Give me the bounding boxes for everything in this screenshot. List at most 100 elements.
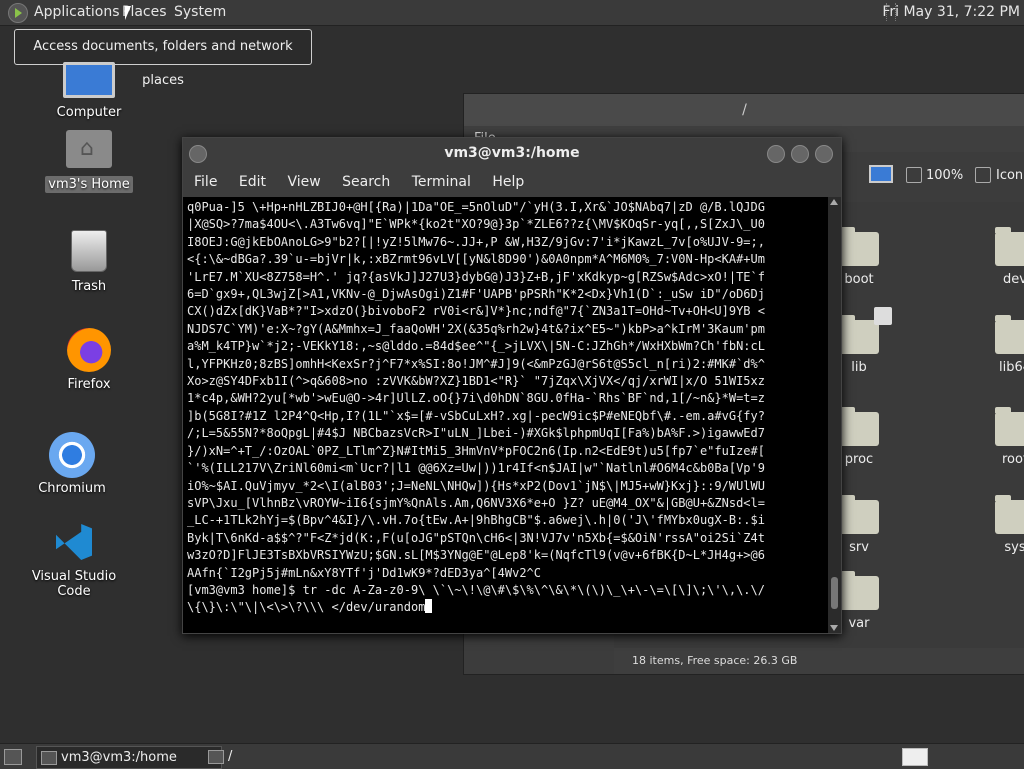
scroll-thumb[interactable] [831,577,838,609]
terminal-line: |X@SQ>?7ma$4OU<\.A3Tw6vq]"E`WPk*{ko2t"XO… [187,217,765,232]
folder-icon [839,227,879,266]
terminal-line: 6=D`gx9+,QL3wjZ[>A1,VKNv-@_DjwAsOgi)Z1#F… [187,287,765,302]
terminal-cursor [425,599,433,614]
system-menu[interactable]: System [174,4,226,20]
terminal-titlebar[interactable]: vm3@vm3:/home [183,138,841,168]
folder-icon [995,227,1024,266]
folder-item[interactable]: dev [980,227,1024,287]
computer-icon [63,62,115,98]
applications-menu[interactable]: Applications [34,4,120,20]
desktop-icon-label: Computer [56,105,122,120]
terminal-window[interactable]: vm3@vm3:/home File Edit View Search Term… [182,137,842,634]
terminal-prompt-line: [vm3@vm3 home]$ tr -dc A-Za-z0-9\ \`\~\!… [187,582,765,597]
zoom-out-icon[interactable] [906,167,922,183]
folder-icon [208,750,224,764]
desktop-icon-label: Chromium [38,481,106,496]
terminal-menu-edit[interactable]: Edit [239,174,266,190]
terminal-line: _LC-+1TLk2hYj=$(Bpv^4&I}/\.vH.7o{tEw.A+|… [187,513,765,528]
vscode-icon [52,520,96,564]
terminal-title: vm3@vm3:/home [444,145,580,161]
folder-label: root [1001,452,1024,467]
terminal-menu-help[interactable]: Help [492,174,524,190]
desktop-icon-label: Visual Studio Code [31,569,117,599]
terminal-menu-file[interactable]: File [194,174,217,190]
desktop-icon-vscode[interactable]: Visual Studio Code [14,520,134,600]
terminal-line: AAfn{`I2gPj5j#mLn&xY8YTf'j'Dd1wK9*?dED3y… [187,565,542,580]
terminal-line: iO%~$AI.QuVjmyv_*2<\I(alB03';J=NeNL\NHQw… [187,478,765,493]
terminal-menubar: File Edit View Search Terminal Help [183,168,841,197]
scroll-down-arrow-icon[interactable] [830,625,838,631]
show-desktop-icon[interactable] [4,749,22,765]
workspace-switcher[interactable] [902,748,928,766]
terminal-line: CX()dZx[dK}VaB*?"I>xdzO(}bivoboF2 rV0i<r… [187,304,765,319]
folder-icon [995,495,1024,534]
computer-location-icon[interactable] [869,165,893,183]
folder-item[interactable]: lib64 [980,315,1024,375]
desktop-icon-label: vm3's Home [45,176,133,193]
desktop-icon-trash[interactable]: Trash [29,230,149,295]
terminal-line: /;L=5&55N?*8oQpgL|#4$J NBCbazsVcR>I"uLN_… [187,426,765,441]
terminal-line: }/)xN=^+T_/:OzOAL`0PZ_LTlm^Z}N#ItMi5_3Hm… [187,443,765,458]
folder-item[interactable]: sys [980,495,1024,555]
terminal-prompt-continuation: \{\}\:\"\|\<\>\?\\\ </dev/urandom [187,599,828,616]
terminal-icon [41,751,57,765]
mouse-pointer-icon [125,6,137,20]
terminal-line: 'LrE7.M`XU<8Z758=H^.' jq?{asVkJ]J27U3}dy… [187,269,765,284]
terminal-line: q0Pua-]5 \+Hp+nHLZBIJ0+@H[{Ra)|1Da"OE_=5… [187,200,765,214]
terminal-command-tail: \{\}\:\"\|\<\>\?\\\ </dev/urandom [187,600,426,615]
folder-item[interactable]: root [980,407,1024,467]
folder-label: lib [851,360,867,375]
terminal-menu-search[interactable]: Search [342,174,390,190]
clock[interactable]: Fri May 31, 7:22 PM [882,4,1020,20]
trash-icon [71,230,107,272]
terminal-line: Xo>z@SY4DFxb1I(^>q&608>no :zVVK&bW?XZ}1B… [187,374,765,389]
desktop-icon-label: Trash [71,279,107,294]
folder-icon [839,315,879,354]
desktop-icon-chromium[interactable]: Chromium [12,432,132,497]
view-mode-select[interactable]: Icon [996,168,1023,183]
home-folder-icon [66,130,112,168]
terminal-line: Byk|T\6nKd-a$$^?"F<Z*jd(K:,F(u[oJG"pSTQn… [187,530,765,545]
folder-icon [995,315,1024,354]
terminal-line: ]b(5G8I?#1Z l2P4^Q<Hp,I?(1L"`x$=[#-vSbCu… [187,408,765,423]
terminal-line: sVP\Jxu_[VlhnBz\vROYW~iI6{sjmY%QnAls.Am,… [187,495,765,510]
scroll-up-arrow-icon[interactable] [830,199,838,205]
folder-icon [839,407,879,446]
folder-label: sys [1004,540,1024,555]
terminal-line: 1*c4p,&WH?2yu[*wb'>wEu@O->4r]UlLZ.oO{}7i… [187,391,765,406]
desktop-icon-computer[interactable]: Computer [29,62,149,121]
minimize-icon[interactable] [767,145,785,163]
terminal-line: l,YFPKHz0;8zBS]omhH<KexSr?j^F7*x%SI:8o!J… [187,356,765,371]
folder-label: srv [849,540,869,555]
taskbar-item-label: vm3@vm3:/home [61,750,177,765]
bottom-panel: vm3@vm3:/home / [0,743,1024,769]
folder-label: dev [1003,272,1024,287]
terminal-line: `'%(ILL217V\ZriNl60mi<m`Ucr?|l1 @@6Xz=Uw… [187,461,765,476]
window-menu-icon[interactable] [189,145,207,163]
terminal-menu-view[interactable]: View [287,174,320,190]
desktop-icon-home[interactable]: vm3's Home [29,130,149,193]
firefox-icon [67,328,111,372]
zoom-in-icon[interactable] [975,167,991,183]
terminal-line: w3zO?D]FlJE3TsBXbVRSIYWzU;$GN.sL[M$3YNg@… [187,548,765,563]
file-manager-status: 18 items, Free space: 26.3 GB [614,648,1024,674]
maximize-icon[interactable] [791,145,809,163]
desktop-icon-label: Firefox [67,377,111,392]
folder-label: lib64 [998,360,1024,375]
folder-icon [995,407,1024,446]
taskbar-item-label: / [228,749,233,764]
terminal-line: NJDS7C`YM)'e:X~?gY(A&Mmhx=J_faaQoWH'2X(&… [187,321,765,336]
terminal-menu-terminal[interactable]: Terminal [412,174,471,190]
file-manager-toolbar: 100% Icon [844,159,1024,193]
taskbar-item-file-manager[interactable]: / [204,746,468,767]
taskbar-item-terminal[interactable]: vm3@vm3:/home [36,746,222,769]
close-icon[interactable] [815,145,833,163]
terminal-line: <{:\&~dBGa?.39`u-=bjVr|k,:xBZrmt96vLV[[y… [187,252,765,267]
file-manager-title[interactable]: / [464,94,1024,126]
folder-label: proc [844,452,874,467]
folder-icon [839,495,879,534]
terminal-output[interactable]: q0Pua-]5 \+Hp+nHLZBIJ0+@H[{Ra)|1Da"OE_=5… [183,197,828,633]
distro-logo-icon[interactable] [8,3,28,23]
desktop-icon-firefox[interactable]: Firefox [29,328,149,393]
terminal-scrollbar[interactable] [828,197,841,633]
